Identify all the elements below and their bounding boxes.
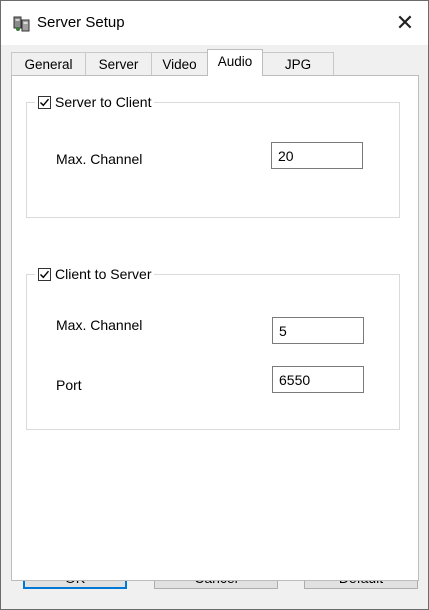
- c2s-port-label: Port: [56, 377, 82, 393]
- c2s-max-channel-label: Max. Channel: [56, 317, 143, 333]
- c2s-port-input[interactable]: [272, 366, 364, 393]
- checkmark-icon: [40, 98, 50, 106]
- audio-tab-panel: Server to Client Max. Channel Client to …: [11, 75, 419, 581]
- client-to-server-label: Client to Server: [55, 266, 152, 282]
- client-to-server-checkbox[interactable]: [38, 267, 51, 281]
- server-setup-icon: [13, 15, 31, 33]
- close-icon[interactable]: ✕: [382, 1, 428, 45]
- client-to-server-group: Client to Server Max. Channel Port: [26, 263, 400, 430]
- tab-general[interactable]: General: [11, 52, 86, 75]
- tab-server[interactable]: Server: [85, 52, 152, 75]
- s2c-max-channel-label: Max. Channel: [56, 151, 143, 167]
- server-to-client-checkbox-row[interactable]: Server to Client: [35, 91, 155, 113]
- s2c-max-channel-input[interactable]: [271, 142, 363, 169]
- server-to-client-label: Server to Client: [55, 94, 152, 110]
- tab-jpg[interactable]: JPG: [262, 52, 334, 75]
- c2s-max-channel-input[interactable]: [272, 317, 364, 344]
- window-title: Server Setup: [37, 14, 125, 31]
- tab-video[interactable]: Video: [151, 52, 208, 75]
- server-to-client-group: Server to Client Max. Channel: [26, 91, 400, 218]
- title-bar[interactable]: Server Setup ✕: [1, 1, 428, 45]
- server-setup-dialog: Server Setup ✕ General Server Video Audi…: [0, 0, 429, 610]
- client-to-server-checkbox-row[interactable]: Client to Server: [35, 263, 155, 285]
- server-to-client-checkbox[interactable]: [38, 95, 51, 109]
- checkmark-icon: [40, 270, 50, 278]
- tab-audio[interactable]: Audio: [207, 49, 263, 76]
